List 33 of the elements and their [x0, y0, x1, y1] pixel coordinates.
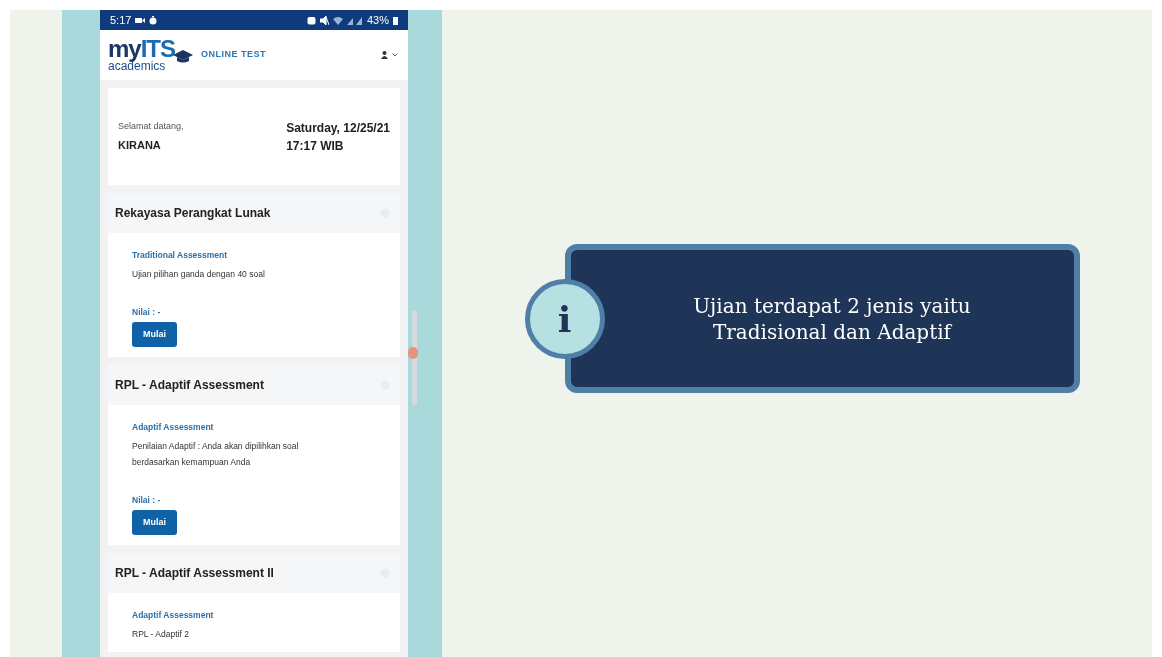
timer-icon	[149, 15, 158, 25]
time-text: 17:17 WIB	[286, 137, 345, 155]
graduation-cap-icon	[173, 50, 194, 64]
score-text: Nilai : -	[132, 305, 162, 319]
assessment-type: Adaptif Assessment	[132, 421, 215, 434]
battery-icon	[393, 15, 398, 25]
greeting-text: Selamat datang,	[118, 119, 184, 133]
battery-level: 43%	[366, 12, 389, 28]
info-icon: i	[524, 278, 605, 359]
course-title: RPL - Adaptif Assessment II	[115, 565, 274, 583]
status-time: 5:17	[110, 12, 132, 28]
start-button[interactable]: Mulai	[132, 509, 177, 536]
date-text: Saturday, 12/25/21	[286, 119, 390, 137]
mute-icon	[319, 15, 329, 25]
user-name: KIRANA	[118, 138, 162, 153]
assessment-description: RPL - Adaptif 2	[132, 628, 190, 642]
course-title: RPL - Adaptif Assessment	[115, 377, 264, 395]
callout-text: Ujian terdapat 2 jenis yaitu Tradisional dan Adaptif	[692, 292, 971, 345]
assessment-type: Traditional Assessment	[132, 249, 229, 262]
caret-icon	[392, 53, 398, 57]
app-title: ONLINE TEST	[201, 48, 267, 62]
wifi-icon	[332, 15, 343, 25]
assessment-description: Penilaian Adaptif : Anda akan dipilihkan soal berdasarkan kemampuan Anda	[132, 439, 300, 470]
logo-text: myITS	[108, 38, 176, 60]
video-icon	[135, 16, 146, 24]
user-icon	[381, 51, 388, 59]
course-title: Rekayasa Perangkat Lunak	[115, 205, 271, 222]
score-text: Nilai : -	[132, 494, 162, 507]
scroll-handle[interactable]	[412, 310, 417, 405]
assessment-description: Ujian pilihan ganda dengan 40 soal	[132, 267, 266, 281]
start-button[interactable]: Mulai	[132, 321, 177, 348]
signal-icon	[346, 15, 363, 25]
assessment-type: Adaptif Assessment	[132, 609, 215, 623]
